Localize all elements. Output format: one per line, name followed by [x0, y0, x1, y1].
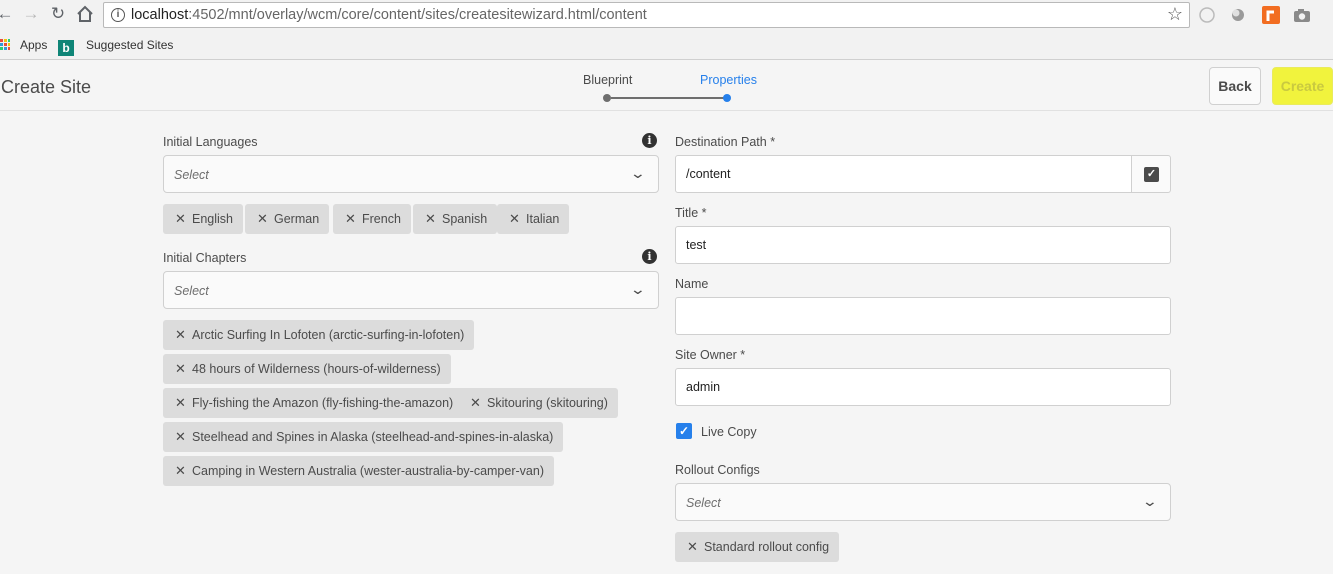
live-copy-checkbox[interactable]: ✓: [676, 423, 692, 439]
bing-icon: b: [58, 40, 74, 56]
remove-tag-icon[interactable]: ✕: [470, 388, 487, 418]
bookmark-suggested-sites[interactable]: b Suggested Sites: [58, 38, 173, 56]
remove-tag-icon[interactable]: ✕: [509, 204, 526, 234]
wizard-header: Create Site Blueprint Properties Back Cr…: [0, 61, 1333, 111]
remove-tag-icon[interactable]: ✕: [257, 204, 274, 234]
page-title: Create Site: [1, 77, 92, 97]
tag-label: Fly-fishing the Amazon (fly-fishing-the-…: [192, 396, 454, 410]
initial-languages-select[interactable]: Select ⌄: [163, 155, 659, 193]
tag-label: Steelhead and Spines in Alaska (steelhea…: [192, 430, 554, 444]
title-field[interactable]: test: [675, 226, 1171, 264]
rollout-configs-label: Rollout Configs: [675, 463, 760, 477]
language-tag[interactable]: ✕ French: [333, 204, 411, 234]
back-button[interactable]: Back: [1209, 67, 1261, 105]
chevron-down-icon: ⌄: [629, 281, 647, 297]
create-button[interactable]: Create: [1272, 67, 1333, 105]
url-path: :4502/mnt/overlay/wcm/core/content/sites…: [188, 7, 647, 23]
step-properties-label[interactable]: Properties: [700, 73, 757, 87]
select-placeholder: Select: [174, 284, 209, 298]
language-tag[interactable]: ✕ German: [245, 204, 330, 234]
path-picker-button[interactable]: ✓: [1131, 155, 1171, 193]
tag-label: Skitouring (skitouring): [487, 396, 608, 410]
select-placeholder: Select: [174, 168, 209, 182]
url-host: localhost: [131, 7, 189, 23]
tag-label: French: [362, 212, 401, 226]
remove-tag-icon[interactable]: ✕: [175, 354, 192, 384]
tag-label: Standard rollout config: [704, 540, 830, 554]
reload-icon[interactable]: ↻: [47, 3, 69, 25]
step-connector: [611, 97, 727, 99]
remove-tag-icon[interactable]: ✕: [175, 320, 192, 350]
forward-arrow-icon[interactable]: →: [20, 3, 42, 25]
bookmark-apps-label: Apps: [20, 38, 48, 52]
chapter-tag[interactable]: ✕ Steelhead and Spines in Alaska (steelhe…: [163, 422, 564, 452]
tag-label: Arctic Surfing In Lofoten (arctic-surfin…: [192, 328, 465, 342]
tag-label: 48 hours of Wilderness (hours-of-wildern…: [192, 362, 441, 376]
extension-toggle-icon[interactable]: [1229, 6, 1247, 24]
url-text: localhost:4502/mnt/overlay/wcm/core/cont…: [131, 7, 647, 23]
chapter-tag[interactable]: ✕ Skitouring (skitouring): [458, 388, 618, 418]
extension-r-icon[interactable]: [1262, 6, 1280, 24]
extension-circle-icon[interactable]: [1198, 6, 1216, 24]
step-blueprint-label[interactable]: Blueprint: [583, 73, 632, 87]
checkmark-icon: ✓: [1144, 167, 1159, 182]
chapter-tag[interactable]: ✕ Arctic Surfing In Lofoten (arctic-surfi…: [163, 320, 475, 350]
destination-path-label: Destination Path *: [675, 135, 776, 149]
language-tag[interactable]: ✕ English: [163, 204, 243, 234]
live-copy-label[interactable]: Live Copy: [701, 425, 757, 439]
remove-tag-icon[interactable]: ✕: [687, 532, 704, 562]
bookmark-suggested-label: Suggested Sites: [86, 38, 174, 52]
tag-label: German: [274, 212, 320, 226]
remove-tag-icon[interactable]: ✕: [175, 388, 192, 418]
initial-chapters-select[interactable]: Select ⌄: [163, 271, 659, 309]
site-owner-field[interactable]: admin: [675, 368, 1171, 406]
remove-tag-icon[interactable]: ✕: [175, 422, 192, 452]
site-owner-label: Site Owner *: [675, 348, 746, 362]
name-label: Name: [675, 277, 709, 291]
camera-icon[interactable]: [1293, 6, 1311, 24]
tag-label: Camping in Western Australia (wester-aus…: [192, 464, 544, 478]
remove-tag-icon[interactable]: ✕: [175, 456, 192, 486]
bookmark-apps[interactable]: Apps: [0, 38, 47, 52]
name-field[interactable]: [675, 297, 1171, 335]
bookmark-star-icon[interactable]: ☆: [1167, 4, 1183, 25]
destination-path-field[interactable]: /content: [675, 155, 1132, 193]
browser-chrome: ← → ↻ i localhost:4502/mnt/overlay/wcm/c…: [0, 0, 1333, 60]
tag-label: Italian: [526, 212, 560, 226]
chevron-down-icon: ⌄: [1141, 493, 1159, 509]
address-bar[interactable]: i localhost:4502/mnt/overlay/wcm/core/co…: [103, 2, 1190, 28]
info-icon[interactable]: i: [642, 133, 657, 148]
remove-tag-icon[interactable]: ✕: [175, 204, 192, 234]
apps-grid-icon: [0, 39, 11, 50]
title-label: Title *: [675, 206, 707, 220]
rollout-tag[interactable]: ✕ Standard rollout config: [675, 532, 840, 562]
tag-label: English: [192, 212, 233, 226]
initial-languages-label: Initial Languages: [163, 135, 258, 149]
step-properties-dot: [723, 94, 731, 102]
remove-tag-icon[interactable]: ✕: [425, 204, 442, 234]
rollout-configs-select[interactable]: Select ⌄: [675, 483, 1171, 521]
site-info-icon[interactable]: i: [111, 8, 125, 22]
tag-label: Spanish: [442, 212, 488, 226]
language-tag[interactable]: ✕ Spanish: [413, 204, 498, 234]
chevron-down-icon: ⌄: [629, 165, 647, 181]
chapter-tag[interactable]: ✕ Fly-fishing the Amazon (fly-fishing-the…: [163, 388, 464, 418]
select-placeholder: Select: [686, 496, 721, 510]
home-icon[interactable]: [74, 3, 96, 25]
back-arrow-icon[interactable]: ←: [0, 3, 16, 25]
chapter-tag[interactable]: ✕ 48 hours of Wilderness (hours-of-wilder…: [163, 354, 451, 384]
initial-chapters-label: Initial Chapters: [163, 251, 247, 265]
remove-tag-icon[interactable]: ✕: [345, 204, 362, 234]
chapter-tag[interactable]: ✕ Camping in Western Australia (wester-au…: [163, 456, 554, 486]
step-blueprint-dot: [603, 94, 611, 102]
language-tag[interactable]: ✕ Italian: [497, 204, 570, 234]
info-icon[interactable]: i: [642, 249, 657, 264]
